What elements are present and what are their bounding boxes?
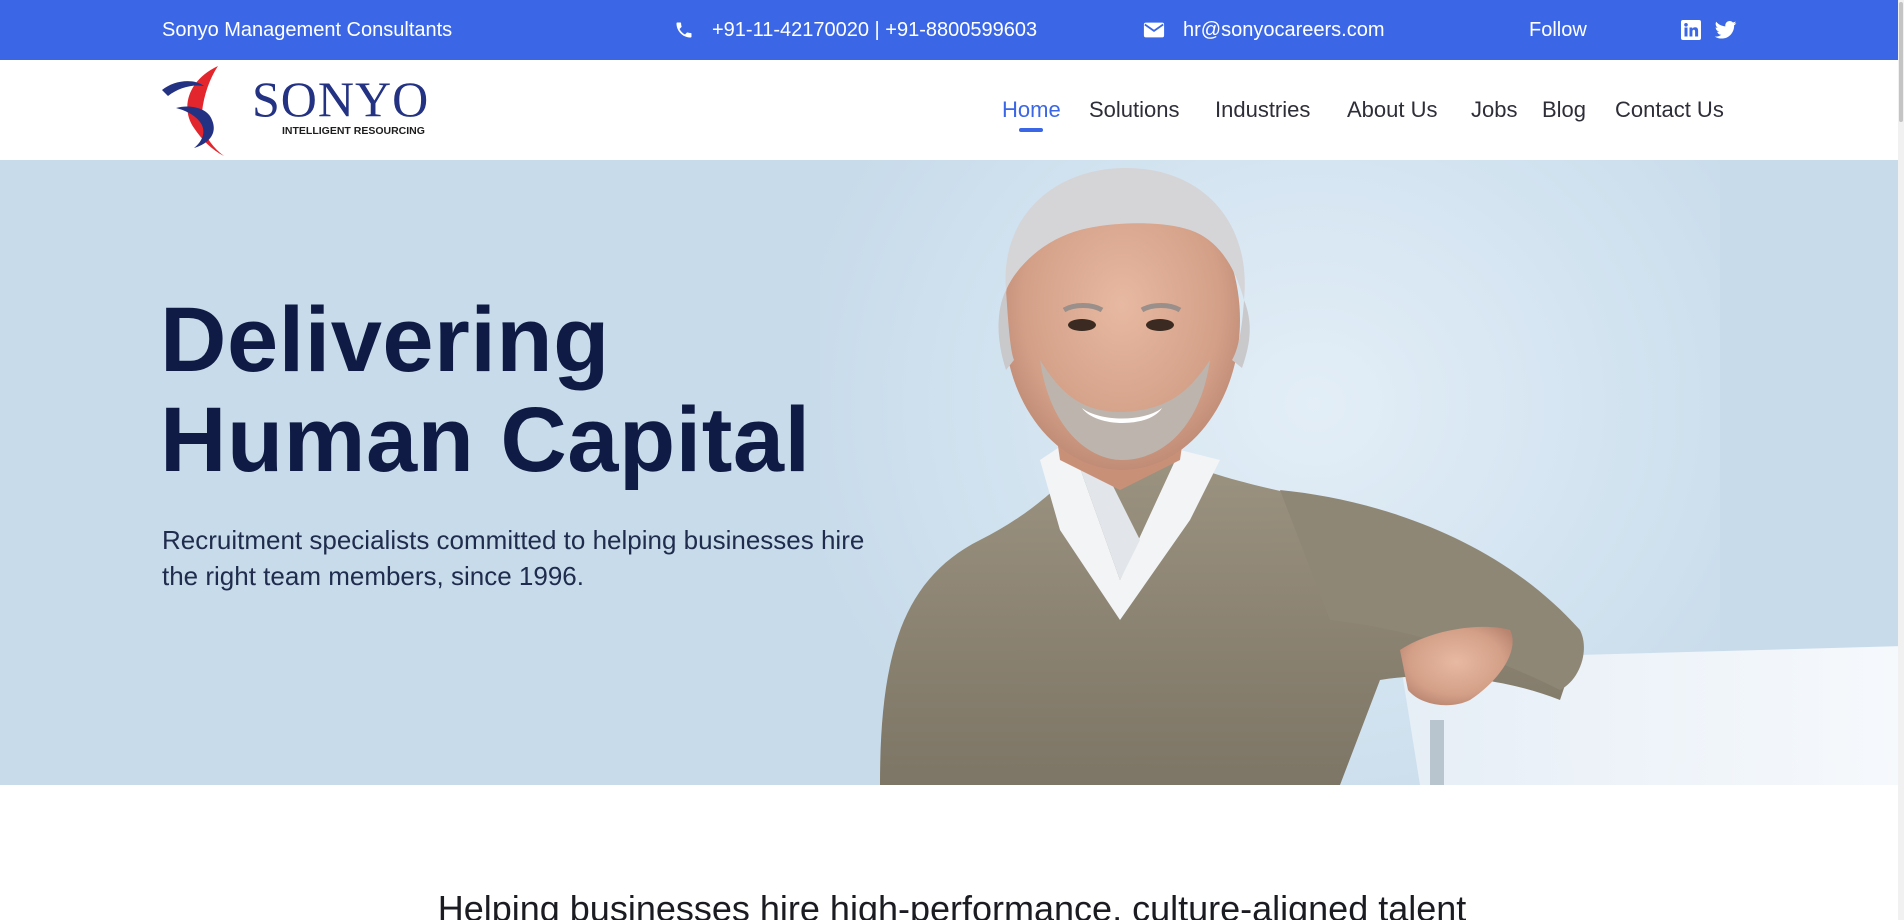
nav-jobs[interactable]: Jobs: [1471, 60, 1517, 160]
social-links: [1681, 0, 1737, 60]
nav-about-us[interactable]: About Us: [1347, 60, 1438, 160]
nav-contact-us[interactable]: Contact Us: [1615, 60, 1724, 160]
hero-banner: Delivering Human Capital Recruitment spe…: [0, 160, 1904, 785]
hero-man-photo: [880, 167, 1904, 785]
nav-solutions[interactable]: Solutions: [1089, 60, 1180, 160]
section-tagline: Helping businesses hire high-performance…: [437, 888, 1467, 920]
phone-icon: [674, 20, 694, 40]
hero-title-line2: Human Capital: [160, 389, 811, 491]
nav-industries[interactable]: Industries: [1215, 60, 1310, 160]
envelope-icon: [1143, 21, 1165, 39]
page-scrollbar[interactable]: [1898, 0, 1904, 920]
phone-info[interactable]: +91-11-42170020 | +91-8800599603: [674, 0, 1037, 60]
hero-title-line1: Delivering: [160, 289, 610, 391]
twitter-icon[interactable]: [1715, 21, 1737, 39]
follow-label: Follow: [1529, 18, 1587, 41]
email-info[interactable]: hr@sonyocareers.com: [1143, 0, 1384, 60]
linkedin-icon[interactable]: [1681, 20, 1701, 40]
email-address[interactable]: hr@sonyocareers.com: [1183, 19, 1384, 42]
main-nav: Home Solutions Industries About Us Jobs …: [0, 60, 1904, 160]
site-header: SONYO INTELLIGENT RESOURCING Home Soluti…: [0, 60, 1904, 160]
hero-subtitle: Recruitment specialists committed to hel…: [162, 525, 865, 591]
nav-home[interactable]: Home: [1002, 60, 1061, 160]
company-name: Sonyo Management Consultants: [162, 18, 453, 41]
top-contact-bar: Sonyo Management Consultants +91-11-4217…: [0, 0, 1904, 60]
hero-title: Delivering Human Capital: [160, 290, 811, 490]
nav-blog[interactable]: Blog: [1542, 60, 1586, 160]
scrollbar-thumb[interactable]: [1899, 2, 1903, 122]
phone-numbers[interactable]: +91-11-42170020 | +91-8800599603: [712, 19, 1037, 42]
